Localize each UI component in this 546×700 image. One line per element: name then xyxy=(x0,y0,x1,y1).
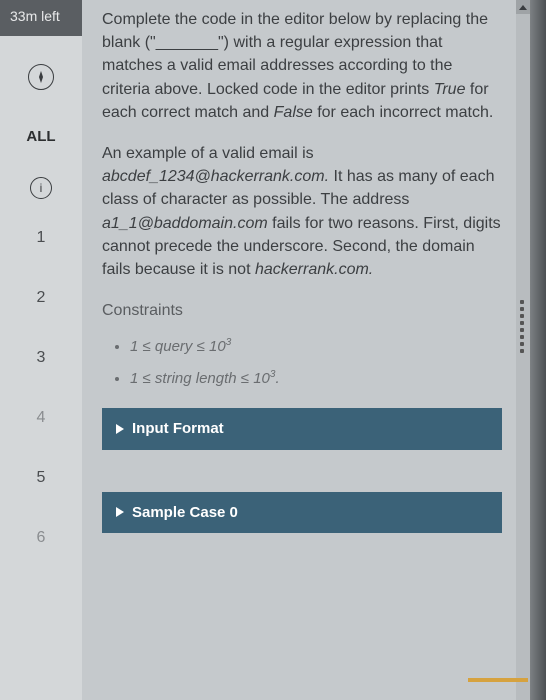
accent-bar xyxy=(468,678,528,682)
left-sidebar: ALL i 1 2 3 4 5 6 xyxy=(0,36,82,700)
question-nav: 1 2 3 4 5 6 xyxy=(37,229,46,547)
c1-sup: 3 xyxy=(226,337,232,348)
c2-end: . xyxy=(275,370,279,387)
question-nav-3[interactable]: 3 xyxy=(37,349,46,367)
question-nav-4[interactable]: 4 xyxy=(37,409,46,427)
question-nav-2[interactable]: 2 xyxy=(37,289,46,307)
triangle-right-icon xyxy=(116,507,124,517)
all-label[interactable]: ALL xyxy=(26,128,55,145)
scroll-up-button[interactable] xyxy=(516,0,530,14)
example-email-2: a1_1@baddomain.com xyxy=(102,215,268,232)
p2a: An example of a valid email is xyxy=(102,145,314,162)
domain-text: hackerrank.com. xyxy=(255,261,373,278)
sample-case-panel[interactable]: Sample Case 0 xyxy=(102,492,502,534)
constraints-heading: Constraints xyxy=(102,299,502,322)
paragraph-2: An example of a valid email is abcdef_12… xyxy=(102,142,502,281)
timer-text: 33m left xyxy=(10,8,60,24)
true-word: True xyxy=(434,81,466,98)
constraints-list: 1 ≤ query ≤ 103 1 ≤ string length ≤ 103. xyxy=(102,336,502,390)
sample-case-label: Sample Case 0 xyxy=(132,502,238,524)
input-format-label: Input Format xyxy=(132,418,224,440)
drag-handle-icon[interactable] xyxy=(520,300,526,353)
c2-text: 1 ≤ string length ≤ 10 xyxy=(130,370,270,387)
input-format-panel[interactable]: Input Format xyxy=(102,408,502,450)
question-nav-1[interactable]: 1 xyxy=(37,229,46,247)
question-nav-6[interactable]: 6 xyxy=(37,529,46,547)
paragraph-1: Complete the code in the editor below by… xyxy=(102,8,502,124)
compass-icon[interactable] xyxy=(28,64,54,90)
right-edge xyxy=(530,0,546,700)
example-email-1: abcdef_1234@hackerrank.com. xyxy=(102,168,329,185)
info-icon[interactable]: i xyxy=(30,177,52,199)
c1-text: 1 ≤ query ≤ 10 xyxy=(130,338,226,355)
constraint-2: 1 ≤ string length ≤ 103. xyxy=(130,368,502,390)
p1d: for each incorrect match. xyxy=(313,104,494,121)
blank: _______ xyxy=(156,34,218,51)
triangle-right-icon xyxy=(116,424,124,434)
false-word: False xyxy=(274,104,313,121)
question-nav-5[interactable]: 5 xyxy=(37,469,46,487)
constraint-1: 1 ≤ query ≤ 103 xyxy=(130,336,502,358)
timer-bar: 33m left xyxy=(0,0,82,36)
problem-content: Complete the code in the editor below by… xyxy=(102,8,502,692)
